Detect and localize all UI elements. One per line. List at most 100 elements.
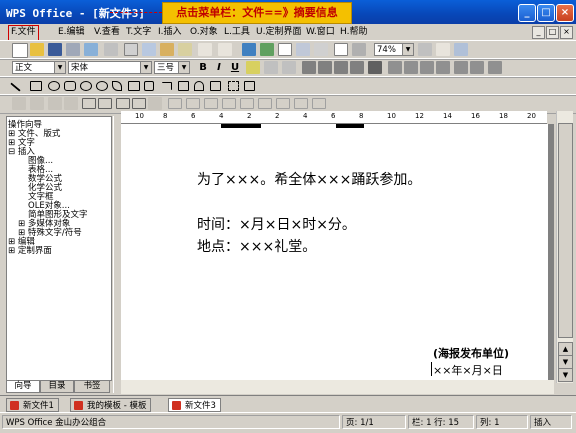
group-tool-icon[interactable] bbox=[228, 81, 239, 91]
menu-file[interactable]: F.文件 bbox=[8, 25, 39, 41]
style-select[interactable]: 正文 ▼ bbox=[12, 61, 66, 74]
table-grid-6-icon[interactable] bbox=[258, 98, 272, 109]
highlight-icon[interactable] bbox=[246, 61, 260, 74]
maximize-button[interactable]: □ bbox=[537, 4, 555, 22]
menu-object[interactable]: O.对象 bbox=[188, 25, 220, 39]
border-style-icon[interactable] bbox=[48, 97, 62, 110]
font-color-icon[interactable] bbox=[264, 61, 278, 74]
scroll-down-button[interactable]: ▼ bbox=[558, 355, 573, 369]
select-icon[interactable] bbox=[436, 43, 450, 56]
undo-icon[interactable] bbox=[198, 43, 212, 56]
freeform-tool-icon[interactable] bbox=[112, 81, 122, 91]
insert-col-icon[interactable] bbox=[98, 98, 112, 109]
doc-minimize-button[interactable]: _ bbox=[532, 26, 545, 39]
image-icon[interactable] bbox=[334, 43, 348, 56]
textbox-tool-icon[interactable] bbox=[144, 81, 154, 91]
help-icon[interactable] bbox=[454, 43, 468, 56]
merge-cells-icon[interactable] bbox=[116, 98, 130, 109]
menu-text[interactable]: T.文字 bbox=[124, 25, 153, 39]
align-center-icon[interactable] bbox=[318, 61, 332, 74]
line-tool-icon[interactable] bbox=[10, 76, 26, 92]
ungroup-tool-icon[interactable] bbox=[244, 81, 255, 91]
horizontal-scrollbar[interactable] bbox=[121, 380, 554, 394]
chart-icon[interactable] bbox=[314, 43, 328, 56]
tree-item[interactable]: ⊞ 文字 bbox=[8, 139, 35, 148]
table-grid-7-icon[interactable] bbox=[276, 98, 290, 109]
table-grid-8-icon[interactable] bbox=[294, 98, 308, 109]
underline-button[interactable]: U bbox=[228, 61, 242, 74]
eraser-icon[interactable] bbox=[30, 97, 44, 110]
tree-item[interactable]: 图像... bbox=[28, 157, 53, 166]
menu-view[interactable]: V.查看 bbox=[92, 25, 122, 39]
doc-tab-1[interactable]: 新文件1 bbox=[6, 398, 59, 412]
vertical-scrollbar[interactable]: ▲ ▼ ▼ bbox=[556, 111, 573, 383]
menu-insert[interactable]: I.插入 bbox=[156, 25, 184, 39]
bullets-icon[interactable] bbox=[404, 61, 418, 74]
indent-icon[interactable] bbox=[436, 61, 450, 74]
table-grid-3-icon[interactable] bbox=[204, 98, 218, 109]
insert-row-icon[interactable] bbox=[82, 98, 96, 109]
table-grid-4-icon[interactable] bbox=[222, 98, 236, 109]
tree-item[interactable]: 化学公式 bbox=[28, 184, 62, 193]
doc-close-button[interactable]: × bbox=[560, 26, 573, 39]
tree-item[interactable]: ⊟ 插入 bbox=[8, 148, 35, 157]
tab-wizard[interactable]: 向导 bbox=[6, 381, 40, 393]
polygon-tool-icon[interactable] bbox=[128, 81, 140, 91]
menu-help[interactable]: H.帮助 bbox=[338, 25, 369, 39]
tree-item[interactable]: ⊞ 多媒体对象 bbox=[18, 220, 70, 229]
table-icon[interactable] bbox=[260, 43, 274, 56]
table-grid-2-icon[interactable] bbox=[186, 98, 200, 109]
insert-table-icon[interactable] bbox=[278, 43, 292, 56]
print-preview-icon[interactable] bbox=[84, 43, 98, 56]
circle-tool-icon[interactable] bbox=[80, 81, 92, 91]
scroll-up-button[interactable]: ▲ bbox=[558, 342, 573, 356]
close-button[interactable]: × bbox=[556, 4, 574, 22]
tree-item[interactable]: ⊞ 编辑 bbox=[8, 238, 35, 247]
menu-window[interactable]: W.窗口 bbox=[304, 25, 337, 39]
border-icon[interactable] bbox=[488, 61, 502, 74]
doc-tab-3[interactable]: 新文件3 bbox=[168, 398, 221, 412]
menu-customize[interactable]: U.定制界面 bbox=[254, 25, 303, 39]
numbering-icon[interactable] bbox=[388, 61, 402, 74]
find-icon[interactable] bbox=[242, 43, 256, 56]
print-icon[interactable] bbox=[66, 43, 80, 56]
cube-tool-icon[interactable] bbox=[210, 81, 221, 91]
italic-button[interactable]: I bbox=[212, 61, 226, 74]
rectangle-tool-icon[interactable] bbox=[30, 81, 42, 91]
document-area[interactable]: 为了×××。希全体×××踊跃参加。 时间：×月×日×时×分。 地点：×××礼堂。… bbox=[121, 124, 554, 380]
table-grid-5-icon[interactable] bbox=[240, 98, 254, 109]
tree-item[interactable]: 简单图形及文字 bbox=[28, 211, 88, 220]
tree-item[interactable]: 表格... bbox=[28, 166, 53, 175]
pen-icon[interactable] bbox=[12, 97, 26, 110]
distribute-icon[interactable] bbox=[368, 61, 382, 74]
document-page[interactable]: 为了×××。希全体×××踊跃参加。 时间：×月×日×时×分。 地点：×××礼堂。… bbox=[121, 124, 548, 380]
scroll-thumb[interactable] bbox=[558, 123, 573, 338]
split-cells-icon[interactable] bbox=[132, 98, 146, 109]
paste-icon[interactable] bbox=[160, 43, 174, 56]
para-spacing-icon[interactable] bbox=[470, 61, 484, 74]
table-grid-1-icon[interactable] bbox=[168, 98, 182, 109]
3d-box-tool-icon[interactable] bbox=[178, 81, 189, 91]
new-doc-icon[interactable] bbox=[12, 43, 28, 58]
rounded-rect-tool-icon[interactable] bbox=[64, 81, 76, 91]
justify-icon[interactable] bbox=[350, 61, 364, 74]
show-marks-icon[interactable] bbox=[352, 43, 366, 56]
tree-item[interactable]: 数学公式 bbox=[28, 175, 62, 184]
char-spacing-icon[interactable] bbox=[282, 61, 296, 74]
outdent-icon[interactable] bbox=[420, 61, 434, 74]
tree-item[interactable]: ⊞ 文件、版式 bbox=[8, 130, 60, 139]
ellipse-tool-icon[interactable] bbox=[48, 81, 60, 91]
spellcheck-icon[interactable] bbox=[104, 43, 118, 56]
bold-button[interactable]: B bbox=[196, 61, 210, 74]
columns-icon[interactable] bbox=[296, 43, 310, 56]
table-grid-9-icon[interactable] bbox=[312, 98, 326, 109]
size-select[interactable]: 三号 ▼ bbox=[154, 61, 190, 74]
format-painter-icon[interactable] bbox=[178, 43, 192, 56]
cut-icon[interactable] bbox=[124, 43, 138, 56]
align-left-icon[interactable] bbox=[302, 61, 316, 74]
doc-restore-button[interactable]: □ bbox=[546, 26, 559, 39]
tab-bookmarks[interactable]: 书签 bbox=[74, 381, 110, 393]
font-select[interactable]: 宋体 ▼ bbox=[68, 61, 152, 74]
panel-splitter[interactable] bbox=[113, 116, 120, 393]
minimize-button[interactable]: _ bbox=[518, 4, 536, 22]
